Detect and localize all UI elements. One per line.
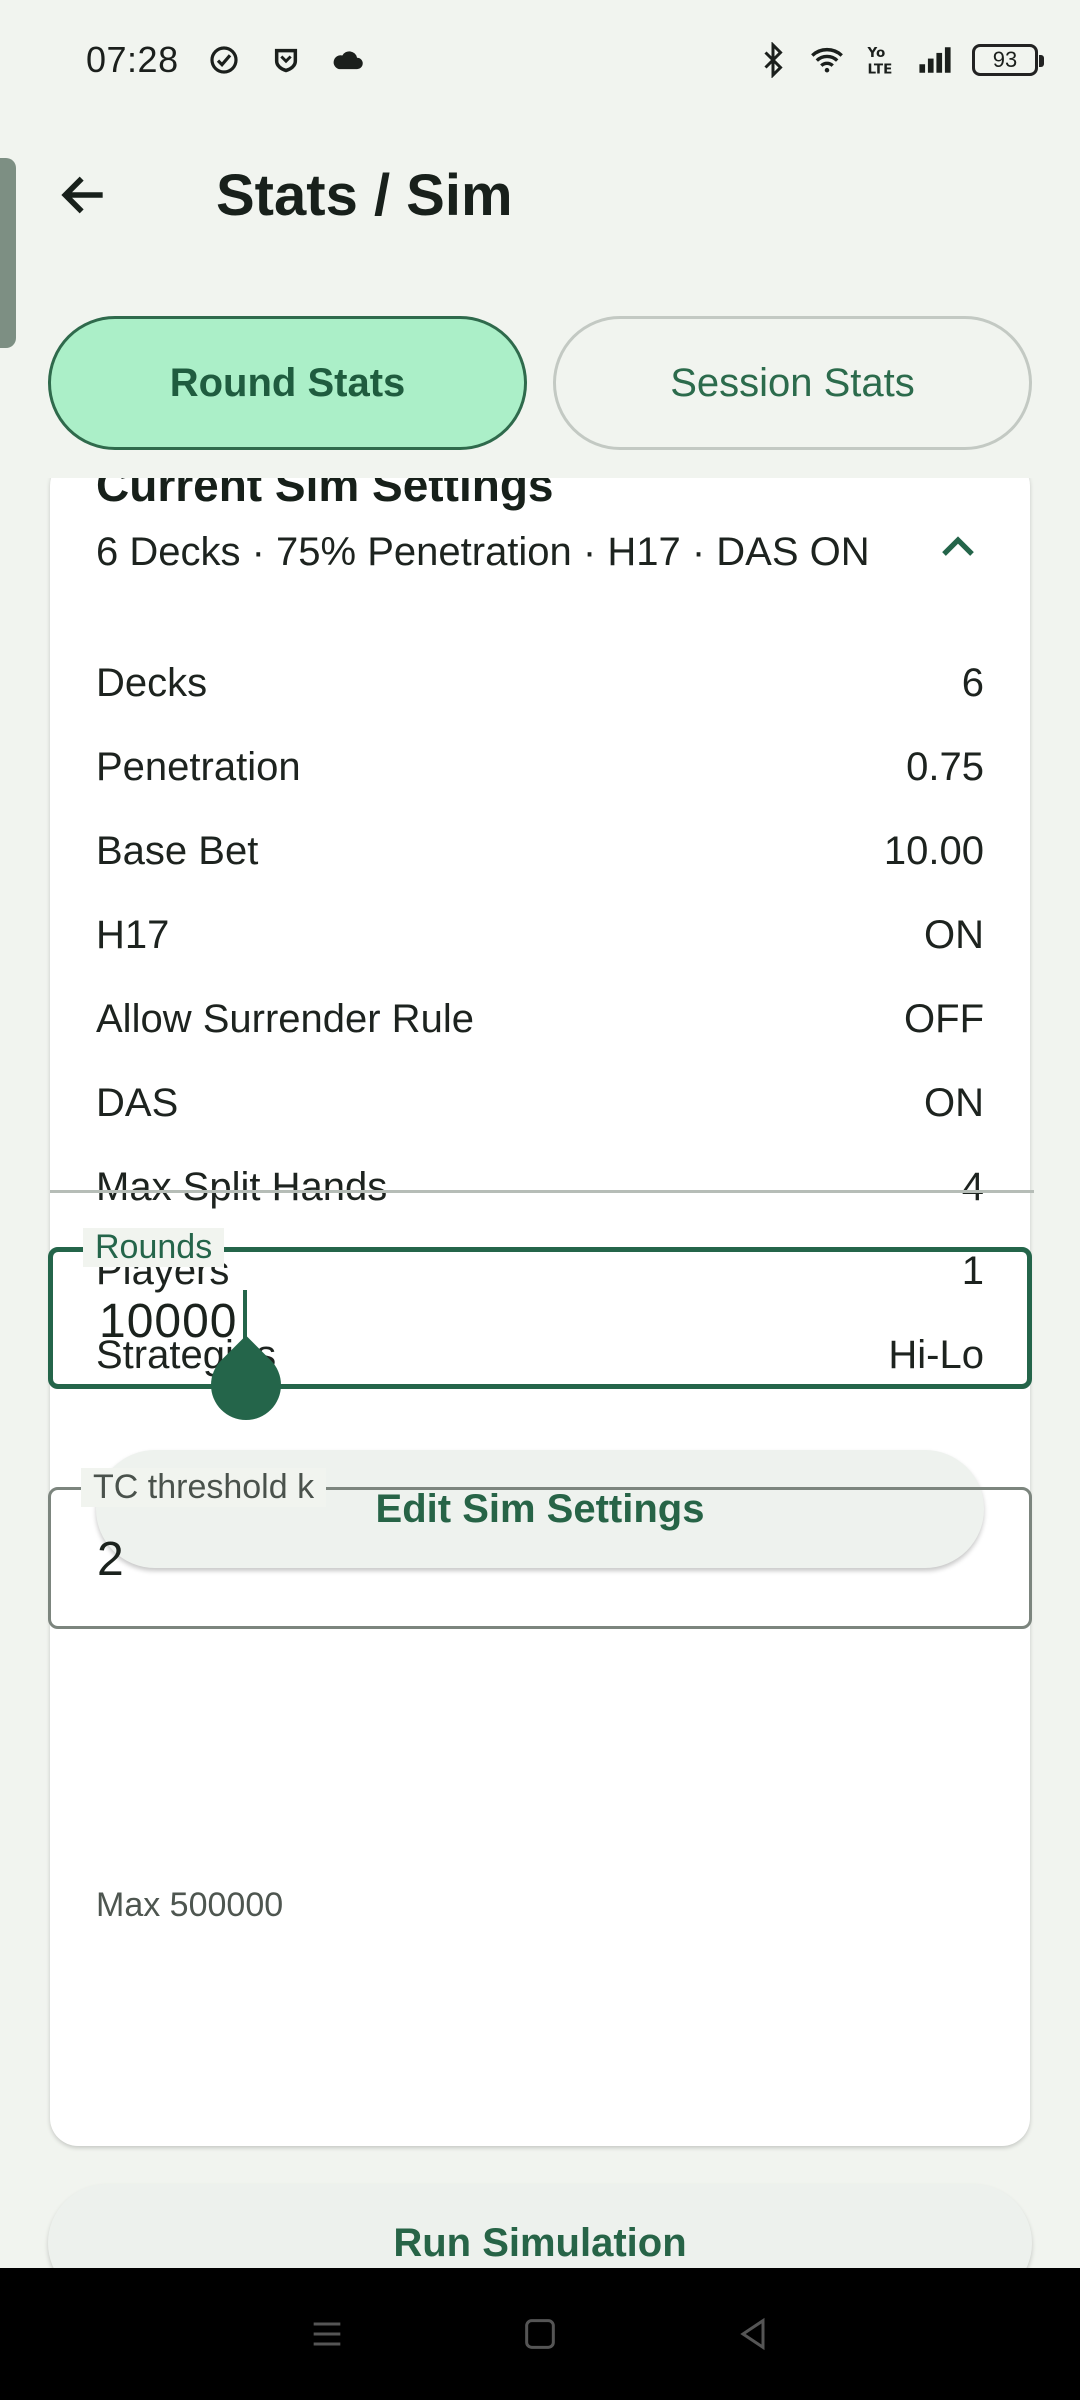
tc-threshold-label: TC threshold k	[81, 1468, 327, 1507]
home-square-icon	[525, 2319, 555, 2349]
page-title: Stats / Sim	[216, 163, 513, 228]
collapse-button[interactable]	[918, 508, 998, 588]
app-bar: Stats / Sim	[0, 130, 1080, 260]
back-triangle-icon	[740, 2317, 765, 2351]
card-title: Current Sim Settings	[96, 478, 554, 511]
tab-session-stats[interactable]: Session Stats	[553, 316, 1032, 450]
tab-bar: Round Stats Session Stats	[48, 316, 1032, 450]
setting-value: ON	[924, 1080, 984, 1125]
divider	[50, 1190, 1034, 1193]
signal-icon	[918, 43, 952, 77]
setting-label: Base Bet	[96, 828, 259, 873]
check-circle-icon	[207, 43, 241, 77]
setting-value: ON	[924, 912, 984, 957]
setting-value: 6	[961, 660, 984, 705]
setting-row-surrender: Allow Surrender Rule OFF	[96, 977, 984, 1061]
menu-icon	[313, 2322, 340, 2346]
svg-text:LTE: LTE	[868, 62, 893, 78]
setting-value: OFF	[904, 996, 984, 1041]
setting-row-base-bet: Base Bet 10.00	[96, 809, 984, 893]
tab-round-stats[interactable]: Round Stats	[48, 316, 527, 450]
home-nav-button[interactable]	[510, 2304, 570, 2364]
menu-nav-button[interactable]	[297, 2304, 357, 2364]
setting-value: 10.00	[883, 828, 984, 873]
svg-text:Yo: Yo	[867, 45, 886, 61]
setting-row-max-split: Max Split Hands 4	[96, 1145, 984, 1229]
setting-row-h17: H17 ON	[96, 893, 984, 977]
setting-label: DAS	[96, 1080, 179, 1125]
battery-level: 93	[992, 47, 1018, 72]
setting-row-decks: Decks 6	[96, 641, 984, 725]
setting-label: Allow Surrender Rule	[96, 996, 474, 1041]
rounds-helper-text: Max 500000	[96, 1886, 284, 1924]
status-time: 07:28	[86, 39, 179, 80]
setting-value: 4	[961, 1164, 984, 1209]
chevron-up-icon	[942, 536, 974, 556]
status-left: 07:28	[86, 39, 365, 81]
setting-value: 0.75	[906, 744, 984, 789]
tc-threshold-value[interactable]: 2	[97, 1532, 125, 1587]
volte-icon: Yo LTE	[864, 43, 898, 78]
card-summary: 6 Decks · 75% Penetration · H17 · DAS ON	[96, 530, 870, 574]
setting-label: Max Split Hands	[96, 1164, 388, 1209]
setting-label: Penetration	[96, 744, 301, 789]
setting-label: Decks	[96, 660, 208, 705]
setting-label: H17	[96, 912, 170, 957]
setting-row-das: DAS ON	[96, 1061, 984, 1145]
status-bar: 07:28 Yo LTE 93	[0, 0, 1080, 120]
back-nav-button[interactable]	[723, 2304, 783, 2364]
rounds-input[interactable]: Rounds 10000	[48, 1228, 1032, 1435]
status-right: Yo LTE 93	[756, 42, 1044, 78]
back-button[interactable]	[44, 155, 124, 235]
rounds-label: Rounds	[83, 1228, 225, 1267]
wifi-icon	[810, 43, 844, 77]
shield-icon	[269, 43, 303, 77]
battery-icon: 93	[972, 44, 1044, 76]
bluetooth-icon	[756, 42, 790, 78]
rounds-value[interactable]: 10000	[99, 1294, 237, 1349]
cloud-icon	[331, 43, 365, 77]
system-nav-bar	[0, 2268, 1080, 2400]
tc-threshold-input[interactable]: TC threshold k 2	[48, 1468, 1032, 1629]
arrow-left-icon	[61, 176, 103, 214]
setting-row-penetration: Penetration 0.75	[96, 725, 984, 809]
